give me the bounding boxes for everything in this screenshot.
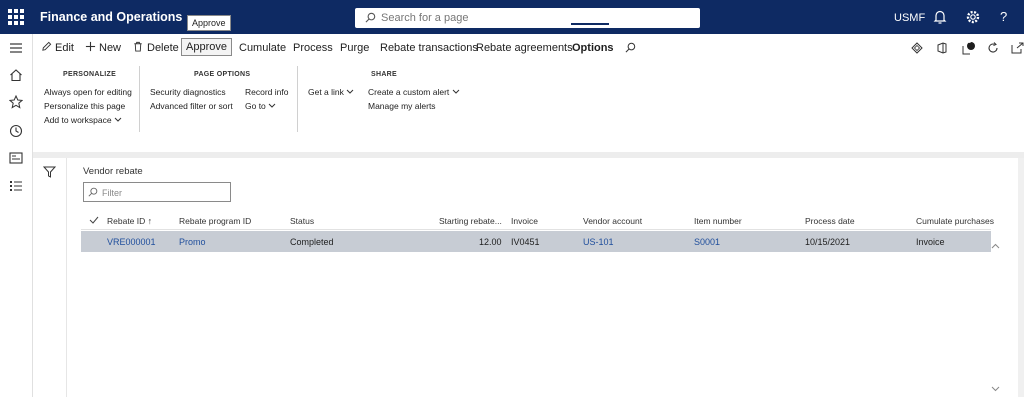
workspaces-icon[interactable] [9, 152, 23, 164]
edit-button[interactable]: Edit [41, 41, 74, 54]
column-header-starting-rebate[interactable]: Starting rebate... [439, 216, 502, 226]
chevron-down-icon [452, 89, 459, 94]
open-new-window-icon[interactable] [1011, 42, 1024, 54]
get-a-link-label: Get a link [308, 87, 344, 97]
page-scrollbar-track[interactable] [1018, 158, 1024, 397]
record-info-button[interactable]: Record info [245, 87, 288, 97]
grid-header: Rebate ID ↑ Rebate program ID Status Sta… [81, 210, 994, 230]
column-header-invoice[interactable]: Invoice [511, 216, 538, 226]
cell-vendor-account[interactable]: US-101 [583, 237, 614, 247]
attachment-count: 0 [968, 39, 972, 45]
chevron-down-icon [346, 89, 354, 94]
pencil-icon [42, 41, 52, 51]
main-content: Vendor rebate Filter Rebate ID ↑ Rebate … [33, 158, 1024, 397]
refresh-icon[interactable] [987, 42, 999, 54]
column-header-item-number[interactable]: Item number [694, 216, 742, 226]
company-picker[interactable]: USMF [894, 12, 925, 24]
ribbon-divider [139, 66, 140, 132]
cell-item-number[interactable]: S0001 [694, 237, 720, 247]
diamond-link-icon[interactable] [911, 42, 923, 54]
filter-input[interactable]: Filter [83, 182, 231, 202]
search-icon [365, 12, 376, 23]
always-open-for-editing-button[interactable]: Always open for editing [44, 87, 132, 97]
share-group-title: SHARE [371, 71, 398, 78]
approve-tooltip: Approve [187, 15, 231, 31]
options-ribbon: PERSONALIZE Always open for editing Pers… [33, 62, 1024, 152]
tab-options[interactable]: Options [572, 42, 614, 54]
new-label: New [99, 42, 122, 54]
personalize-group-title: PERSONALIZE [63, 71, 117, 78]
cell-starting-rebate: 12.00 [479, 237, 502, 247]
app-launcher-icon[interactable] [8, 9, 24, 25]
go-to-button[interactable]: Go to [245, 101, 276, 111]
office-icon[interactable] [936, 42, 948, 54]
scroll-down-chevron-icon[interactable] [991, 386, 1000, 392]
column-header-cumulate-purchases[interactable]: Cumulate purchases [916, 216, 994, 226]
settings-gear-icon[interactable] [965, 9, 981, 25]
recent-clock-icon[interactable] [9, 124, 23, 138]
column-header-status[interactable]: Status [290, 216, 314, 226]
notification-bell-icon[interactable] [933, 9, 947, 25]
column-header-rebate-id[interactable]: Rebate ID ↑ [107, 216, 152, 226]
create-custom-alert-button[interactable]: Create a custom alert [368, 87, 460, 97]
chevron-down-icon [268, 103, 276, 108]
modules-list-icon[interactable] [9, 180, 23, 192]
purge-button[interactable]: Purge [340, 42, 369, 54]
add-to-workspace-button[interactable]: Add to workspace [44, 115, 122, 125]
get-a-link-button[interactable]: Get a link [308, 87, 354, 97]
process-button[interactable]: Process [293, 42, 333, 54]
search-placeholder: Search for a page [381, 12, 469, 24]
cell-process-date: 10/15/2021 [805, 237, 851, 247]
new-button[interactable]: New [85, 41, 122, 54]
column-header-process-date[interactable]: Process date [805, 216, 855, 226]
delete-button[interactable]: Delete [133, 41, 179, 54]
action-pane: Edit New Delete Approve Cumulate Process… [33, 34, 1024, 62]
hamburger-menu-icon[interactable] [9, 42, 23, 54]
page-options-group-title: PAGE OPTIONS [194, 71, 251, 78]
manage-my-alerts-button[interactable]: Manage my alerts [368, 101, 436, 111]
create-custom-alert-label: Create a custom alert [368, 87, 450, 97]
cell-rebate-program-id[interactable]: Promo [179, 237, 206, 247]
cell-invoice: IV0451 [511, 237, 540, 247]
delete-label: Delete [147, 42, 179, 54]
select-all-checkmark-icon[interactable] [89, 216, 99, 224]
cell-rebate-id[interactable]: VRE000001 [107, 237, 156, 247]
app-title[interactable]: Finance and Operations [40, 10, 182, 24]
scroll-up-chevron-icon[interactable] [991, 243, 1000, 249]
plus-icon [85, 41, 96, 52]
home-icon[interactable] [9, 68, 23, 82]
edit-label: Edit [55, 42, 74, 54]
security-diagnostics-button[interactable]: Security diagnostics [150, 87, 226, 97]
trash-icon [134, 41, 142, 52]
table-row[interactable]: VRE000001 Promo Completed 12.00 IV0451 U… [81, 231, 991, 252]
cumulate-button[interactable]: Cumulate [239, 42, 286, 54]
filter-placeholder: Filter [102, 188, 122, 198]
action-search-icon[interactable] [625, 42, 636, 53]
top-bar: Finance and Operations Search for a page… [0, 0, 1024, 34]
cell-status: Completed [290, 237, 334, 247]
help-icon[interactable]: ? [1000, 9, 1007, 24]
approve-button[interactable]: Approve [181, 38, 232, 56]
filter-pane [33, 158, 67, 397]
rebate-agreements-button[interactable]: Rebate agreements [476, 42, 573, 54]
column-header-vendor-account[interactable]: Vendor account [583, 216, 642, 226]
options-tab-underline [571, 23, 609, 25]
rebate-id-header-label: Rebate ID [107, 216, 146, 226]
personalize-this-page-button[interactable]: Personalize this page [44, 101, 125, 111]
cell-cumulate-purchases: Invoice [916, 237, 945, 247]
section-title: Vendor rebate [83, 166, 143, 177]
column-header-rebate-program-id[interactable]: Rebate program ID [179, 216, 251, 226]
chevron-down-icon [114, 117, 122, 122]
rebate-transactions-button[interactable]: Rebate transactions [380, 42, 478, 54]
add-to-workspace-label: Add to workspace [44, 115, 112, 125]
go-to-label: Go to [245, 101, 266, 111]
left-nav [0, 34, 33, 397]
favorites-star-icon[interactable] [9, 95, 23, 109]
filter-funnel-icon[interactable] [43, 166, 56, 178]
search-icon [88, 187, 98, 197]
ribbon-divider [297, 66, 298, 132]
sort-ascending-icon: ↑ [147, 216, 153, 226]
search-box[interactable]: Search for a page [355, 8, 700, 28]
advanced-filter-button[interactable]: Advanced filter or sort [150, 101, 233, 111]
